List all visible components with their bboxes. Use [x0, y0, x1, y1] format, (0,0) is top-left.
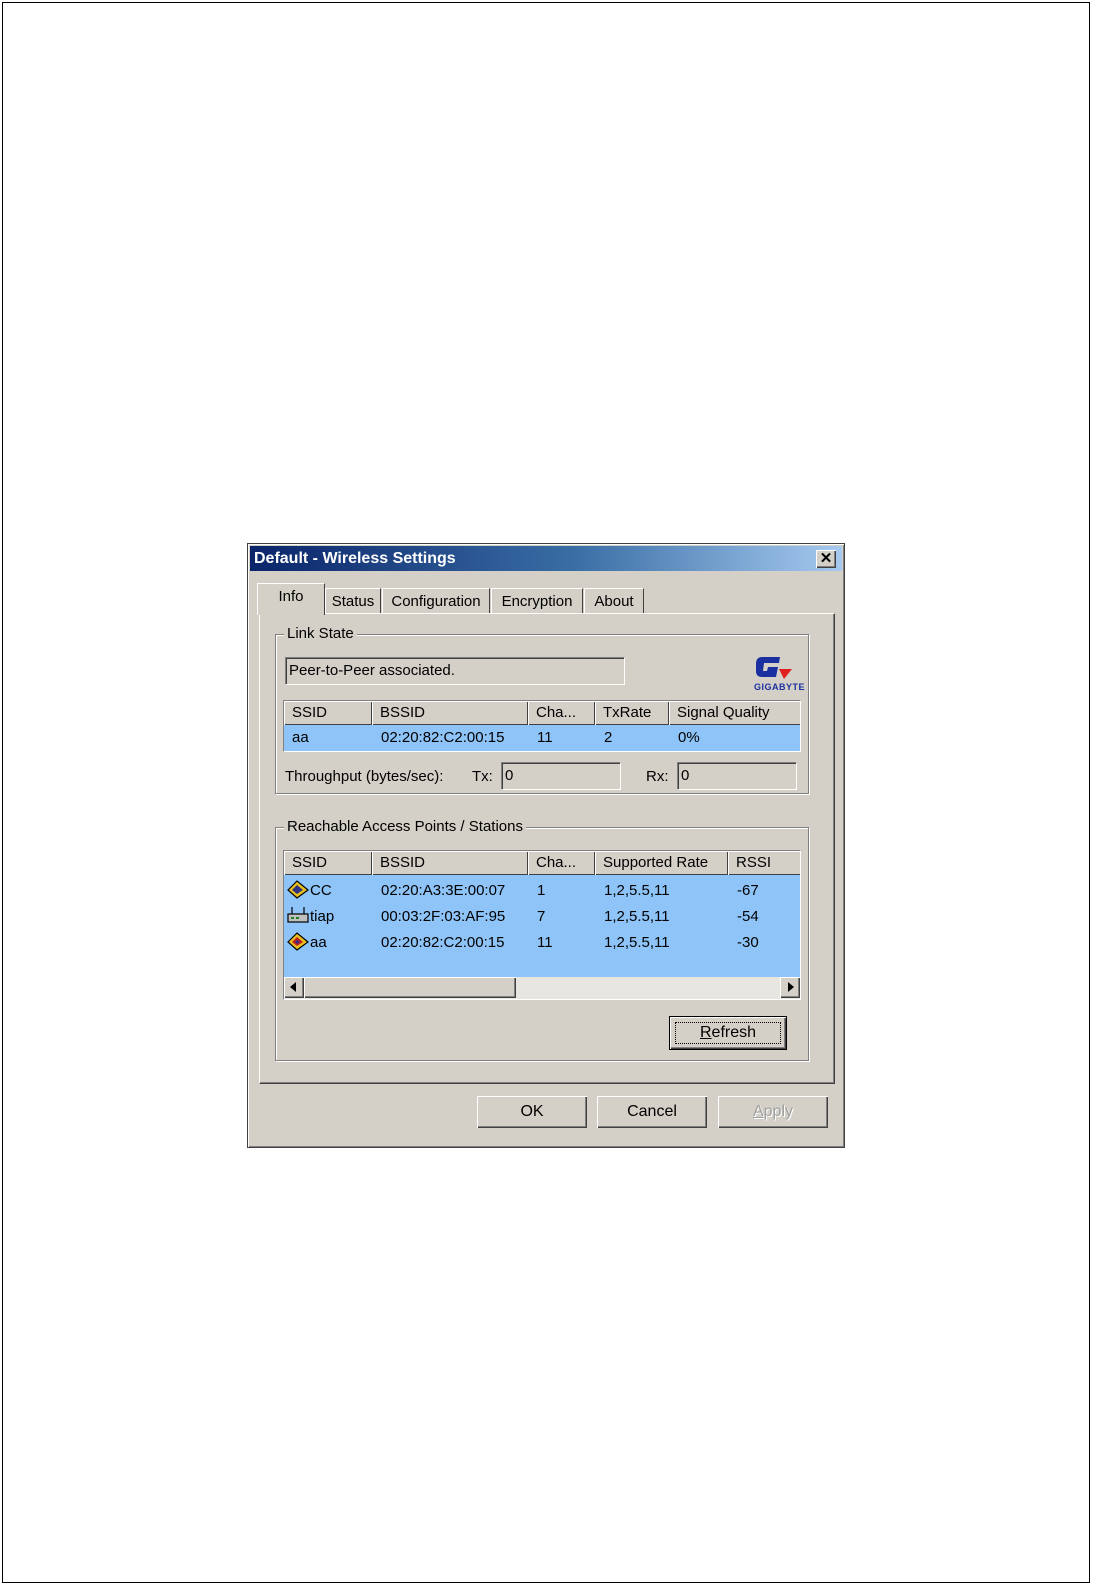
column-ssid[interactable]: SSID [284, 701, 372, 725]
link-state-legend: Link State [284, 625, 357, 642]
tab-about-label: About [594, 593, 634, 610]
cell-ssid: tiap [310, 908, 335, 925]
tab-encryption-label: Encryption [501, 593, 573, 610]
column-supported-rate[interactable]: Supported Rate [595, 851, 728, 875]
cell-ssid: aa [292, 729, 309, 746]
cell-rate: 1,2,5.5,11 [604, 908, 670, 925]
cell-ssid: CC [310, 882, 332, 899]
cell-bssid: 02:20:82:C2:00:15 [381, 729, 505, 746]
refresh-button[interactable]: Refresh [669, 1016, 787, 1050]
tx-label: Tx: [472, 768, 493, 785]
tab-configuration-label: Configuration [391, 593, 481, 610]
cell-signal: 0% [678, 729, 700, 746]
cell-bssid: 02:20:82:C2:00:15 [381, 934, 505, 951]
ok-label: OK [520, 1103, 544, 1120]
cell-ssid: aa [310, 934, 327, 951]
tab-status[interactable]: Status [325, 588, 381, 613]
column-rssi[interactable]: RSSI [728, 851, 800, 875]
link-state-list[interactable]: SSID BSSID Cha... TxRate Signal Quality … [283, 700, 801, 752]
reachable-header: SSID BSSID Cha... Supported Rate RSSI [284, 851, 800, 875]
ok-button[interactable]: OK [477, 1096, 587, 1128]
focus-rect [675, 1022, 781, 1044]
link-status-text: Peer-to-Peer associated. [289, 662, 455, 679]
tab-info[interactable]: Info [257, 583, 325, 615]
reachable-legend: Reachable Access Points / Stations [284, 818, 526, 835]
link-state-group: Link State Peer-to-Peer associated. GIGA… [275, 625, 809, 794]
logo-text: GIGABYTE [754, 682, 806, 692]
cell-channel: 7 [537, 908, 546, 925]
rx-value: 0 [681, 767, 690, 784]
associated-station-icon [287, 932, 309, 951]
apply-button[interactable]: Apply [718, 1096, 828, 1128]
cell-rssi: -30 [737, 934, 759, 951]
apply-accelerator: A [752, 1103, 764, 1120]
left-arrow-icon [290, 982, 296, 992]
link-state-row[interactable]: aa 02:20:82:C2:00:15 11 2 0% [284, 725, 800, 749]
tab-status-label: Status [331, 593, 375, 610]
scroll-right-button[interactable] [780, 977, 800, 998]
link-status-field: Peer-to-Peer associated. [285, 657, 625, 685]
title-bar[interactable]: Default - Wireless Settings ✕ [250, 546, 842, 571]
close-button[interactable]: ✕ [816, 550, 836, 568]
info-tab-panel: Link State Peer-to-Peer associated. GIGA… [259, 613, 835, 1084]
close-icon: ✕ [819, 550, 833, 567]
tx-field: 0 [501, 762, 621, 790]
horizontal-scrollbar[interactable] [284, 977, 800, 999]
column-txrate[interactable]: TxRate [595, 701, 669, 725]
cell-bssid: 02:20:A3:3E:00:07 [381, 882, 506, 899]
scroll-thumb[interactable] [304, 977, 516, 998]
column-channel[interactable]: Cha... [528, 701, 595, 725]
scroll-left-button[interactable] [284, 977, 304, 998]
list-item[interactable]: aa 02:20:82:C2:00:15 11 1,2,5.5,11 -30 [284, 929, 800, 955]
list-item[interactable]: tiap 00:03:2F:03:AF:95 7 1,2,5.5,11 -54 [284, 903, 800, 929]
list-item[interactable]: CC 02:20:A3:3E:00:07 1 1,2,5.5,11 -67 [284, 877, 800, 903]
tab-about[interactable]: About [584, 588, 644, 613]
link-state-header: SSID BSSID Cha... TxRate Signal Quality [284, 701, 800, 725]
window-title: Default - Wireless Settings [254, 550, 456, 567]
tx-value: 0 [505, 767, 514, 784]
cell-channel: 11 [537, 934, 553, 951]
cancel-label: Cancel [627, 1103, 677, 1120]
cell-rate: 1,2,5.5,11 [604, 882, 670, 899]
column-bssid[interactable]: BSSID [372, 701, 528, 725]
column-signal-quality[interactable]: Signal Quality [669, 701, 800, 725]
gigabyte-logo: GIGABYTE [754, 651, 806, 695]
cell-rssi: -67 [737, 882, 759, 899]
rx-field: 0 [677, 762, 797, 790]
tab-encryption[interactable]: Encryption [491, 588, 583, 613]
reachable-list[interactable]: SSID BSSID Cha... Supported Rate RSSI CC… [283, 850, 801, 1000]
cancel-button[interactable]: Cancel [597, 1096, 707, 1128]
cell-channel: 1 [537, 882, 546, 899]
access-point-icon [287, 907, 309, 923]
tab-info-label: Info [278, 588, 304, 605]
cell-channel: 11 [537, 729, 553, 746]
reachable-group: Reachable Access Points / Stations SSID … [275, 818, 809, 1061]
cell-rssi: -54 [737, 908, 759, 925]
column-ssid[interactable]: SSID [284, 851, 372, 875]
cell-bssid: 00:03:2F:03:AF:95 [381, 908, 506, 925]
cell-rate: 1,2,5.5,11 [604, 934, 670, 951]
apply-label: pply [763, 1103, 794, 1120]
column-bssid[interactable]: BSSID [372, 851, 528, 875]
rx-label: Rx: [646, 768, 669, 785]
wireless-settings-dialog: Default - Wireless Settings ✕ Info Statu… [247, 543, 845, 1148]
throughput-label: Throughput (bytes/sec): [285, 768, 444, 785]
cell-txrate: 2 [604, 729, 613, 746]
adhoc-station-icon [287, 880, 309, 899]
right-arrow-icon [788, 982, 794, 992]
tab-configuration[interactable]: Configuration [382, 588, 490, 613]
column-channel[interactable]: Cha... [528, 851, 595, 875]
